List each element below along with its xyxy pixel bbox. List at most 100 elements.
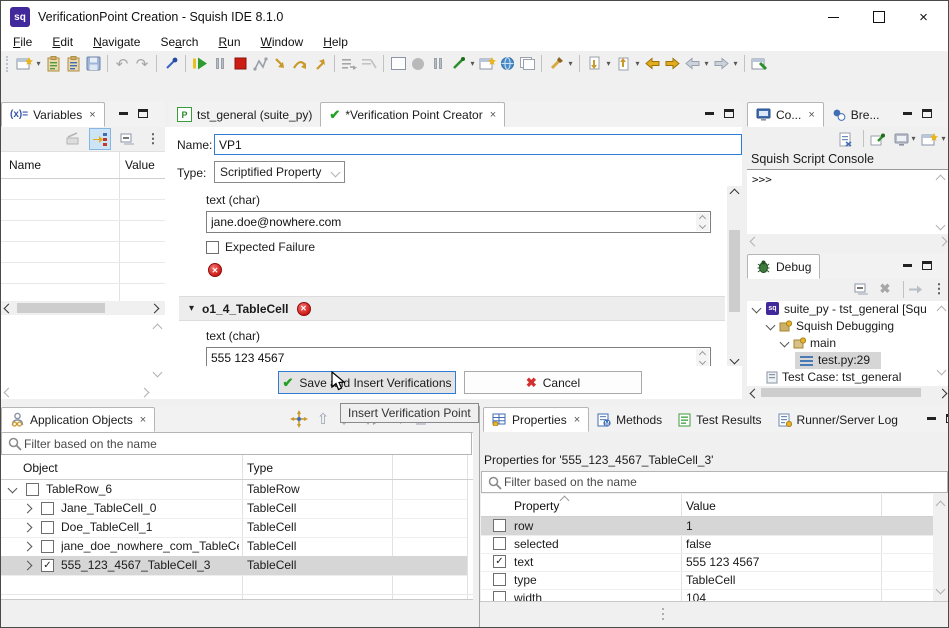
section-o1-4-tablecell[interactable]: ▾ o1_4_TableCell — [179, 296, 725, 321]
show-type-names-icon[interactable] — [63, 129, 83, 149]
expected-failure-checkbox[interactable] — [206, 241, 219, 254]
windows-icon[interactable] — [517, 54, 537, 74]
export-vp-dropdown-icon[interactable]: ▾ — [633, 59, 642, 68]
detail-scroll-down-icon[interactable] — [150, 365, 164, 379]
col-object[interactable]: Object — [23, 461, 58, 475]
expander-icon[interactable] — [8, 484, 18, 494]
tab-runner-server-log[interactable]: Runner/Server Log — [770, 407, 906, 432]
save-icon[interactable] — [83, 54, 103, 74]
new-test-wizard-icon[interactable] — [14, 54, 34, 74]
eyedropper-icon[interactable] — [448, 54, 468, 74]
expander-icon[interactable] — [23, 561, 33, 571]
menu-navigate[interactable]: Navigate — [83, 35, 150, 49]
field1-input[interactable] — [207, 212, 710, 232]
properties-filter-input[interactable] — [504, 472, 945, 492]
row-checkbox[interactable] — [41, 540, 54, 553]
close-icon[interactable]: × — [140, 414, 146, 426]
snapshot-icon[interactable] — [477, 54, 497, 74]
tree-row[interactable]: main — [747, 335, 935, 352]
tab-verification-point-creator[interactable]: ✔ *Verification Point Creator × — [320, 102, 505, 127]
close-icon[interactable]: × — [574, 414, 580, 426]
tree-row[interactable]: Squish Debugging — [747, 318, 935, 335]
resume-icon[interactable] — [905, 279, 925, 299]
globe-icon[interactable] — [497, 54, 517, 74]
pause-icon[interactable] — [210, 54, 230, 74]
scroll-down-icon[interactable] — [933, 582, 947, 596]
vp-type-select[interactable]: Scriptified Property — [214, 161, 345, 183]
row-checkbox[interactable] — [41, 502, 54, 515]
property-row[interactable]: selected false — [481, 535, 933, 554]
expander-icon[interactable] — [766, 321, 776, 331]
open-console-icon[interactable] — [919, 129, 939, 149]
undo-icon[interactable]: ↶ — [112, 54, 132, 74]
variables-hscrollbar[interactable] — [1, 301, 165, 315]
window-minimize-button[interactable] — [811, 1, 856, 33]
col-property[interactable]: Property — [514, 499, 559, 513]
field2-input[interactable] — [207, 348, 710, 366]
step-into-icon[interactable] — [270, 54, 290, 74]
object-brush-dropdown-icon[interactable]: ▾ — [566, 59, 575, 68]
collapse-all-icon[interactable] — [117, 129, 137, 149]
variables-col-name[interactable]: Name — [9, 158, 41, 172]
remove-verification-icon[interactable] — [208, 263, 222, 277]
collapse-all-icon[interactable] — [851, 279, 871, 299]
minimize-panel-icon[interactable] — [903, 112, 912, 115]
forward-icon[interactable] — [711, 54, 731, 74]
minimize-panel-icon[interactable] — [119, 112, 128, 115]
prev-difference-icon[interactable] — [642, 54, 662, 74]
property-row[interactable]: type TableCell — [481, 571, 933, 590]
step-filters-icon[interactable] — [359, 54, 379, 74]
property-row[interactable]: width 104 — [481, 589, 933, 601]
object-row[interactable]: Doe_TableCell_1 TableCell — [1, 518, 467, 538]
form-vscrollbar[interactable] — [727, 186, 742, 366]
new-test-case-icon[interactable] — [43, 54, 63, 74]
console-hscrollbar[interactable] — [747, 234, 949, 247]
col-value[interactable]: Value — [686, 499, 716, 513]
scroll-down-icon[interactable] — [934, 363, 948, 377]
tab-methods[interactable]: M Methods — [589, 407, 670, 432]
app-objects-filter-input[interactable] — [24, 433, 469, 454]
expander-icon[interactable] — [780, 338, 790, 348]
step-over-icon[interactable] — [290, 54, 310, 74]
maximize-panel-icon[interactable] — [724, 109, 734, 118]
scroll-up-icon[interactable] — [933, 498, 947, 512]
menu-file[interactable]: File — [3, 35, 42, 49]
variables-detail-pane[interactable] — [1, 317, 151, 385]
pin-console-icon[interactable] — [867, 129, 887, 149]
row-checkbox[interactable] — [26, 483, 39, 496]
object-row[interactable]: TableRow_6 TableRow — [1, 480, 467, 500]
detail-scroll-left-icon[interactable] — [1, 385, 15, 399]
step-return-icon[interactable] — [310, 54, 330, 74]
maximize-panel-icon[interactable] — [922, 261, 932, 270]
remove-section-icon[interactable] — [297, 302, 311, 316]
maximize-panel-icon[interactable] — [922, 109, 932, 118]
pause-alt-icon[interactable] — [428, 54, 448, 74]
record-icon[interactable] — [408, 54, 428, 74]
window-close-button[interactable]: × — [901, 1, 946, 33]
export-vp-icon[interactable] — [613, 54, 633, 74]
show-logical-structure-icon[interactable] — [89, 128, 111, 150]
row-checkbox[interactable] — [493, 537, 506, 550]
clear-console-icon[interactable] — [835, 129, 855, 149]
scroll-down-icon[interactable] — [933, 218, 947, 232]
row-checkbox[interactable] — [41, 521, 54, 534]
tab-tst-general[interactable]: P tst_general (suite_py) — [169, 102, 320, 127]
detail-scroll-up-icon[interactable] — [150, 321, 164, 335]
maximize-panel-icon[interactable] — [138, 109, 148, 118]
tab-console[interactable]: Co... × — [747, 102, 824, 127]
property-row-selected[interactable]: row 1 — [481, 517, 933, 536]
new-wizard-dropdown-icon[interactable]: ▾ — [34, 59, 43, 68]
expander-icon[interactable] — [752, 304, 762, 314]
window-maximize-button[interactable] — [856, 1, 901, 33]
redo-icon[interactable]: ↷ — [132, 54, 152, 74]
pick-object-icon[interactable] — [289, 409, 309, 429]
pin-editor-icon[interactable] — [161, 54, 181, 74]
debug-hscrollbar[interactable] — [747, 386, 949, 399]
menu-help[interactable]: Help — [313, 35, 358, 49]
row-checkbox[interactable] — [41, 559, 54, 572]
drag-handle-icon[interactable] — [662, 608, 664, 620]
pick-parent-icon[interactable]: ⇧ — [313, 409, 333, 429]
tree-row[interactable]: sq suite_py - tst_general [Squ — [747, 301, 935, 318]
tab-variables[interactable]: (x)= Variables × — [1, 102, 105, 127]
object-brush-icon[interactable] — [546, 54, 566, 74]
